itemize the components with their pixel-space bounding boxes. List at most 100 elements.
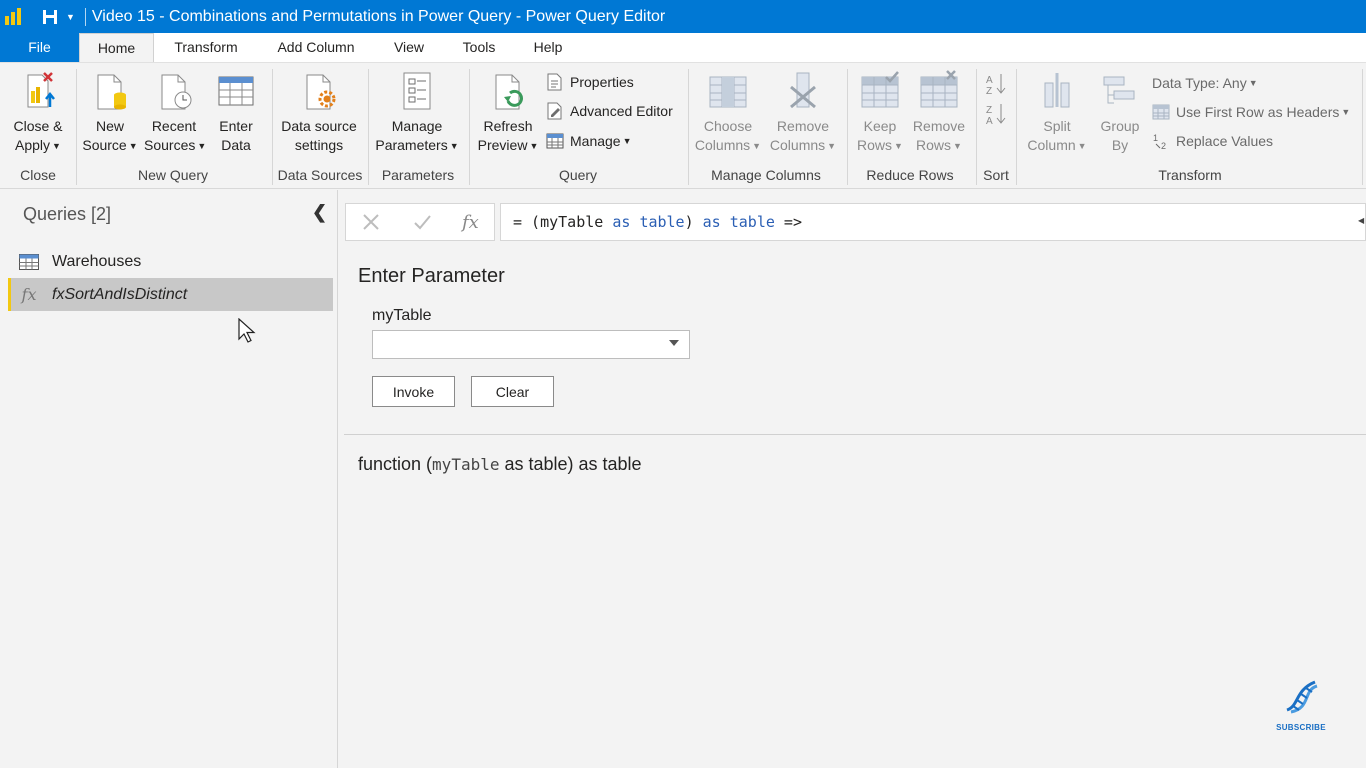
remove-columns-label-2: Columns xyxy=(769,137,826,153)
advanced-editor-button[interactable]: Advanced Editor xyxy=(546,102,673,120)
chevron-down-icon: ▼ xyxy=(1341,107,1351,117)
properties-label: Properties xyxy=(570,74,634,90)
data-type-dropdown[interactable]: Data Type: Any ▼ xyxy=(1152,75,1258,91)
invoke-button[interactable]: Invoke xyxy=(372,376,455,407)
recent-sources-icon xyxy=(161,74,192,110)
new-source-label-2: Source xyxy=(82,137,127,153)
advanced-editor-icon xyxy=(547,102,562,120)
tab-transform[interactable]: Transform xyxy=(163,33,249,62)
signature-prefix: function ( xyxy=(358,454,433,474)
tab-file[interactable]: File xyxy=(0,33,79,62)
refresh-preview-label-2: Preview xyxy=(477,137,528,153)
formula-keyword: table xyxy=(729,213,775,231)
refresh-preview-button[interactable]: Refresh Preview ▼ xyxy=(474,69,542,156)
new-source-button[interactable]: New Source ▼ xyxy=(80,69,140,156)
remove-rows-button[interactable]: Remove Rows ▼ xyxy=(910,69,968,156)
enter-data-label-2: Data xyxy=(221,137,251,153)
formula-text xyxy=(630,213,639,231)
formula-input[interactable]: = (myTable as table) as table => xyxy=(500,203,1366,241)
manage-table-icon xyxy=(546,133,564,149)
power-query-editor-window: ▼ Video 15 - Combinations and Permutatio… xyxy=(0,0,1366,768)
manage-parameters-button[interactable]: Manage Parameters ▼ xyxy=(372,69,462,156)
tab-add-column[interactable]: Add Column xyxy=(266,33,366,62)
chevron-down-icon: ▼ xyxy=(1248,78,1258,88)
enter-data-label-1: Enter xyxy=(219,118,253,134)
recent-sources-button[interactable]: Recent Sources ▼ xyxy=(144,69,206,156)
properties-button[interactable]: Properties xyxy=(546,73,634,91)
keep-rows-button[interactable]: Keep Rows ▼ xyxy=(852,69,908,156)
data-type-label: Data Type: Any xyxy=(1152,75,1247,91)
manage-parameters-icon xyxy=(403,72,431,110)
recent-sources-label-2: Sources xyxy=(144,137,196,153)
choose-columns-label-2: Columns xyxy=(694,137,751,153)
cancel-x-icon[interactable] xyxy=(361,212,381,232)
recent-sources-label-1: Recent xyxy=(151,118,197,134)
collapse-pane-chevron-left-icon[interactable]: ❮ xyxy=(312,202,327,223)
data-source-settings-icon xyxy=(306,74,336,110)
checkmark-icon[interactable] xyxy=(412,212,432,232)
function-invoke-panel: Enter Parameter myTable Invoke Clear fun… xyxy=(339,245,1366,768)
enter-data-button[interactable]: Enter Data xyxy=(208,69,264,155)
sort-ascending-button[interactable]: A Z xyxy=(984,71,1010,102)
parameter-dropdown[interactable] xyxy=(372,330,690,359)
tab-home[interactable]: Home xyxy=(79,33,154,63)
customize-quick-access-dropdown-icon[interactable]: ▼ xyxy=(66,12,75,22)
sort-descending-button[interactable]: Z A xyxy=(984,101,1010,132)
choose-columns-icon xyxy=(709,76,747,108)
data-source-settings-label-1: Data source xyxy=(281,118,357,134)
remove-columns-button[interactable]: Remove Columns ▼ xyxy=(768,69,838,156)
close-apply-label-2: Apply xyxy=(15,137,51,153)
fx-icon[interactable]: fx xyxy=(462,212,479,233)
title-bar: ▼ Video 15 - Combinations and Permutatio… xyxy=(0,0,1366,33)
save-icon[interactable] xyxy=(42,9,58,25)
query-item-warehouses[interactable]: Warehouses xyxy=(8,245,333,278)
chevron-down-icon: ▼ xyxy=(529,141,539,151)
table-icon xyxy=(18,253,40,271)
data-source-settings-button[interactable]: Data source settings xyxy=(276,69,362,155)
group-label-manage-columns: Manage Columns xyxy=(711,167,821,183)
group-divider xyxy=(76,69,77,185)
query-item-fxsortandisdistinct[interactable]: fx fxSortAndIsDistinct xyxy=(8,278,333,311)
subscribe-watermark[interactable]: SUBSCRIBE xyxy=(1270,676,1332,732)
choose-columns-label-1: Choose xyxy=(703,118,753,134)
manage-button[interactable]: Manage ▼ xyxy=(546,132,632,150)
subscribe-label: SUBSCRIBE xyxy=(1276,723,1326,732)
manage-label: Manage xyxy=(570,133,621,149)
replace-values-button[interactable]: 1 2 Replace Values xyxy=(1152,132,1273,150)
tab-help[interactable]: Help xyxy=(524,33,572,62)
signature-param: myTable xyxy=(432,455,500,474)
tab-view[interactable]: View xyxy=(384,33,434,62)
refresh-preview-label-1: Refresh xyxy=(483,118,533,134)
group-by-button[interactable]: Group By xyxy=(1094,69,1146,155)
chevron-down-icon: ▼ xyxy=(1077,141,1087,151)
tab-tools[interactable]: Tools xyxy=(452,33,506,62)
group-divider xyxy=(1016,69,1017,185)
remove-rows-icon xyxy=(920,70,958,108)
use-first-row-label: Use First Row as Headers xyxy=(1176,104,1340,120)
formula-keyword: table xyxy=(639,213,685,231)
formula-text: = (myTable xyxy=(513,213,613,231)
group-label-new-query: New Query xyxy=(137,167,209,183)
chevron-down-icon: ▼ xyxy=(953,141,962,151)
split-column-button[interactable]: Split Column ▼ xyxy=(1024,69,1090,156)
ribbon-tabs: File Home Transform Add Column View Tool… xyxy=(0,33,1366,63)
group-label-data-sources: Data Sources xyxy=(277,167,363,183)
clear-button[interactable]: Clear xyxy=(471,376,554,407)
data-source-settings-label-2: settings xyxy=(294,137,344,153)
sort-ascending-icon: A Z xyxy=(986,74,1006,97)
group-divider xyxy=(1362,69,1363,185)
close-apply-button[interactable]: Close & Apply ▼ xyxy=(8,69,68,156)
use-first-row-headers-icon xyxy=(1152,104,1170,120)
use-first-row-as-headers-button[interactable]: Use First Row as Headers ▼ xyxy=(1152,103,1350,121)
group-by-label-1: Group xyxy=(1100,118,1140,134)
query-item-label: Warehouses xyxy=(52,252,142,270)
formula-text: => xyxy=(774,213,802,231)
group-label-parameters: Parameters xyxy=(381,167,455,183)
chevron-left-icon[interactable]: ◀ xyxy=(1358,216,1364,225)
advanced-editor-label: Advanced Editor xyxy=(570,103,673,119)
remove-columns-icon xyxy=(790,72,816,109)
sort-descending-icon: Z A xyxy=(986,104,1006,127)
ribbon-home: Close & Apply ▼ Close New Source ▼ Recen… xyxy=(0,62,1366,189)
choose-columns-button[interactable]: Choose Columns ▼ xyxy=(692,69,764,156)
formula-keyword: as xyxy=(612,213,631,231)
